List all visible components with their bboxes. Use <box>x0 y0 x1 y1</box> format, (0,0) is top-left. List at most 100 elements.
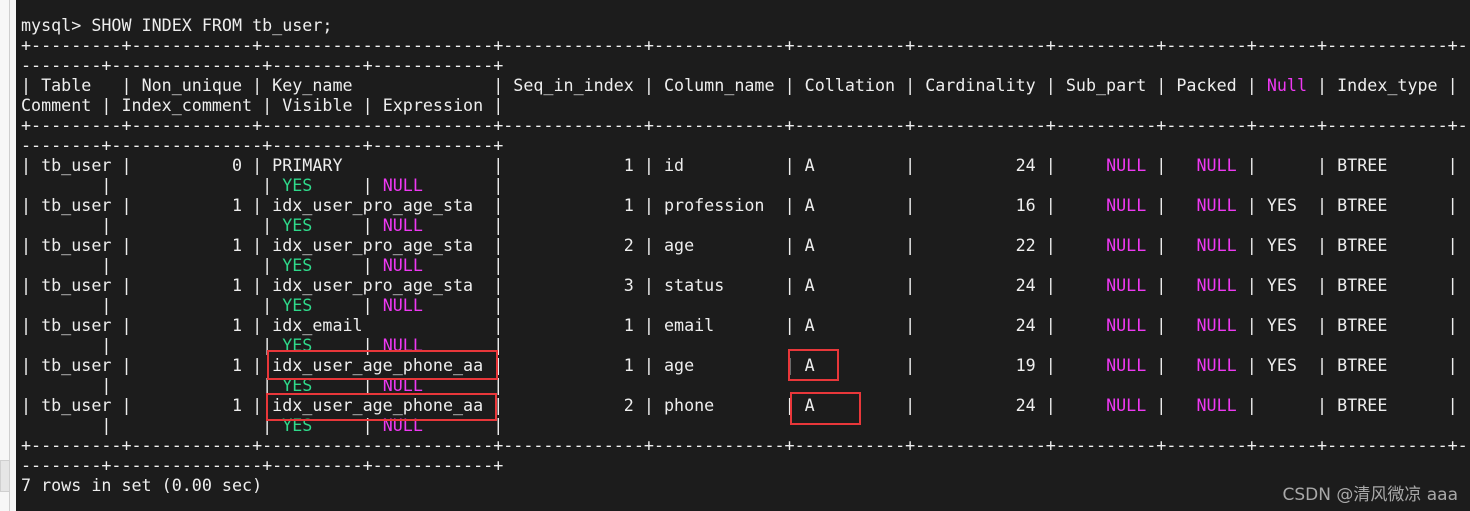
terminal-text: Comment <box>21 95 92 115</box>
terminal-text: | <box>1045 155 1066 175</box>
terminal-text: id <box>664 155 775 175</box>
terminal-text: | <box>905 235 926 255</box>
terminal-text: | <box>101 375 122 395</box>
terminal-text: BTREE <box>1337 235 1438 255</box>
terminal-text: 16 <box>925 195 1036 215</box>
terminal-text: 24 <box>925 315 1036 335</box>
terminal-text: | <box>784 235 805 255</box>
terminal-text: | <box>1447 75 1468 95</box>
terminal-text: | <box>262 175 283 195</box>
null-value: NULL <box>1196 355 1237 375</box>
terminal-text: Expression <box>382 95 484 115</box>
terminal-text: --------+---------------+---------+-----… <box>21 455 504 475</box>
terminal-text: | <box>493 95 504 115</box>
terminal-text: BTREE <box>1337 275 1438 295</box>
terminal-text: 1 <box>141 235 243 255</box>
terminal-text: | <box>1045 395 1066 415</box>
terminal-text: 1 <box>141 275 243 295</box>
null-value: NULL <box>1196 395 1237 415</box>
terminal-text: tb_user <box>41 235 112 255</box>
terminal-text: | <box>21 235 42 255</box>
table-border: --------+---------------+---------+-----… <box>21 55 1468 75</box>
terminal-text: | <box>1246 395 1267 415</box>
terminal-text: | <box>1045 75 1066 95</box>
terminal-text: | <box>1156 235 1177 255</box>
terminal-text: | <box>1317 155 1338 175</box>
terminal-text: +---------+------------+----------------… <box>21 435 1468 455</box>
gutter-divider <box>9 0 10 511</box>
terminal-text: idx_user_pro_age_sta <box>272 275 484 295</box>
terminal-text: Column_name <box>664 75 775 95</box>
terminal-text: age <box>664 355 775 375</box>
terminal-text: phone <box>664 395 775 415</box>
null-value: NULL <box>1196 275 1237 295</box>
gutter-scroll-handle[interactable] <box>0 460 10 492</box>
terminal-text: | <box>784 315 805 335</box>
table-row: | tb_user | 1 | idx_user_pro_age_sta | 2… <box>21 235 1468 255</box>
terminal-text: | <box>1045 235 1066 255</box>
terminal-text: | <box>121 75 142 95</box>
terminal-text: 2 <box>513 235 634 255</box>
table-row: | | YES | NULL | <box>21 415 1468 435</box>
terminal-text: | <box>121 195 142 215</box>
terminal-text: | <box>101 415 122 435</box>
terminal-text: 1 <box>513 315 634 335</box>
table-row: | tb_user | 0 | PRIMARY | 1 | id | A | 2… <box>21 155 1468 175</box>
terminal-text: 24 <box>925 395 1036 415</box>
highlight-box-collation-row6 <box>788 349 839 381</box>
terminal-text: | <box>643 155 664 175</box>
terminal-text: 1 <box>141 195 243 215</box>
terminal-text: 1 <box>513 155 634 175</box>
null-value: Null <box>1266 75 1307 95</box>
terminal-text: | <box>784 155 805 175</box>
terminal-text: 2 <box>513 395 634 415</box>
terminal-text: Visible <box>282 95 353 115</box>
null-value: NULL <box>1106 155 1147 175</box>
terminal-text: | <box>784 275 805 295</box>
